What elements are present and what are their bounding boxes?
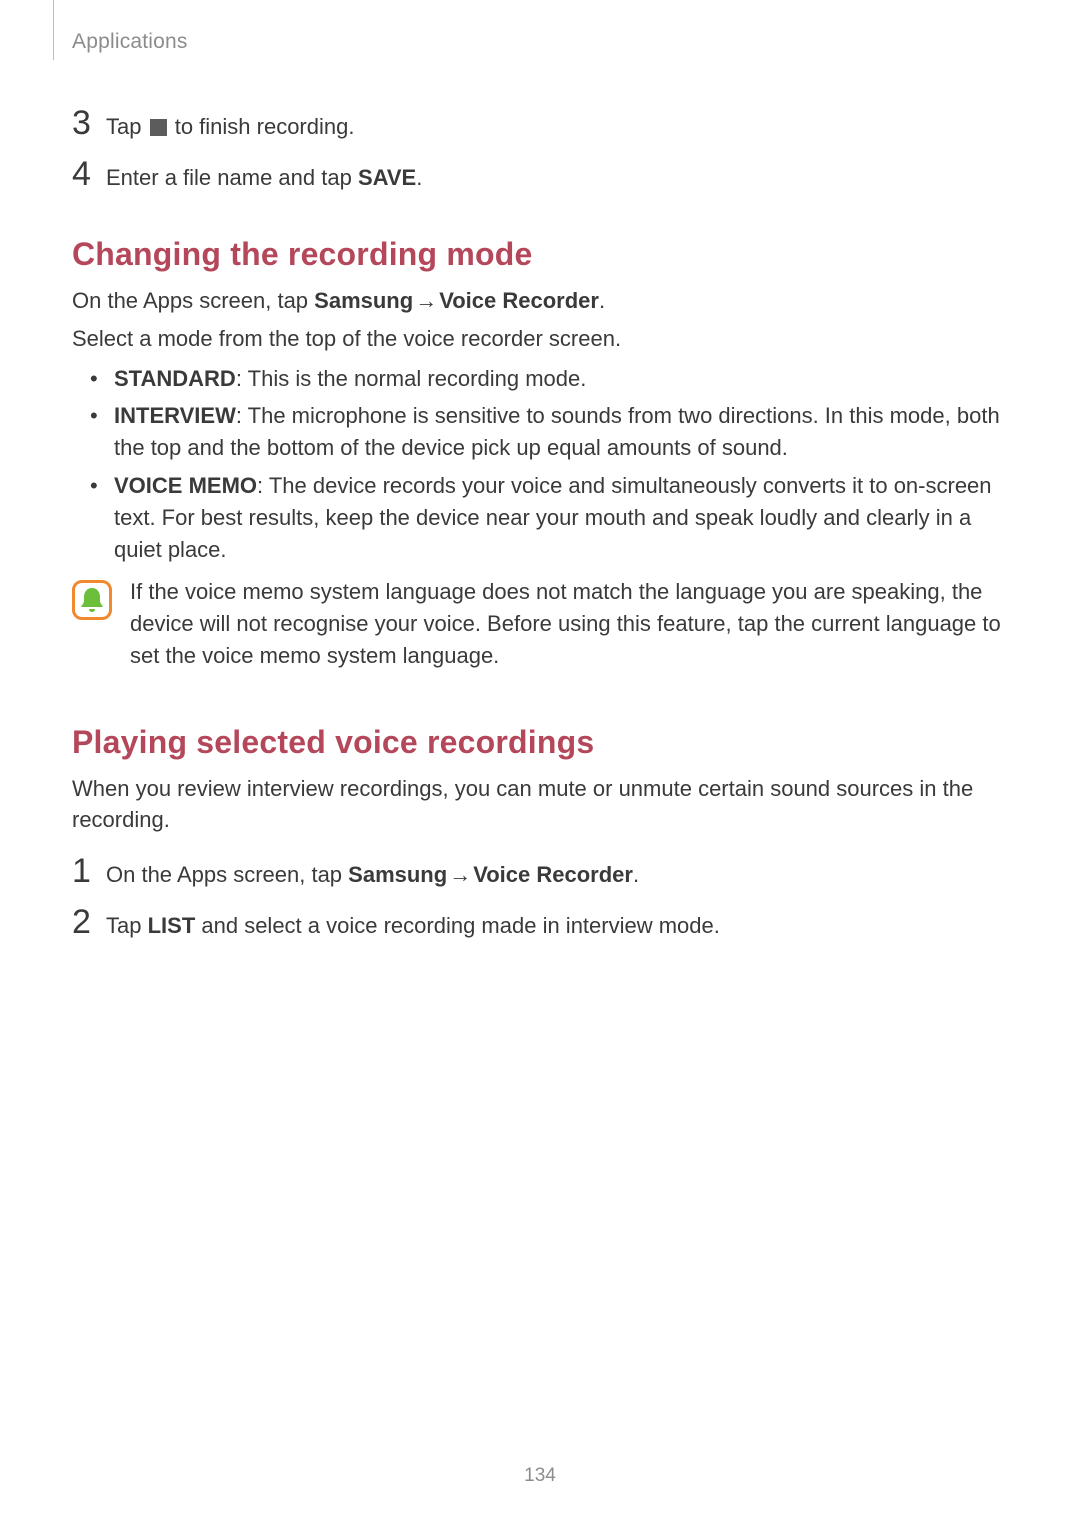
- page: Applications 3 Tap to finish recording. …: [0, 0, 1080, 1527]
- step-3: 3 Tap to finish recording.: [72, 106, 1008, 143]
- arrow-icon: →: [415, 285, 437, 317]
- step-number: 2: [72, 905, 106, 939]
- arrow-icon: →: [449, 859, 471, 891]
- bold-text: STANDARD: [114, 366, 236, 391]
- bold-text: Samsung: [348, 862, 447, 887]
- list-item: INTERVIEW: The microphone is sensitive t…: [114, 400, 1008, 464]
- bold-text: Voice Recorder: [473, 862, 633, 887]
- step-number: 4: [72, 157, 106, 191]
- bell-icon: [72, 580, 112, 620]
- step-body: On the Apps screen, tap Samsung→Voice Re…: [106, 859, 1008, 891]
- bold-text: VOICE MEMO: [114, 473, 257, 498]
- paragraph: Select a mode from the top of the voice …: [72, 323, 1008, 355]
- heading-playing: Playing selected voice recordings: [72, 724, 1008, 761]
- paragraph: When you review interview recordings, yo…: [72, 773, 1008, 837]
- header-rule: [53, 0, 54, 60]
- section-header: Applications: [72, 30, 188, 54]
- step-body: Tap to finish recording.: [106, 111, 1008, 143]
- list-item: STANDARD: This is the normal recording m…: [114, 363, 1008, 395]
- step-2: 2 Tap LIST and select a voice recording …: [72, 905, 1008, 942]
- heading-changing-mode: Changing the recording mode: [72, 236, 1008, 273]
- bold-text: INTERVIEW: [114, 403, 236, 428]
- stop-icon: [150, 119, 167, 136]
- step-number: 1: [72, 854, 106, 888]
- step-body: Enter a file name and tap SAVE.: [106, 162, 1008, 194]
- note: If the voice memo system language does n…: [72, 576, 1008, 672]
- bold-text: Samsung: [314, 288, 413, 313]
- bold-text: Voice Recorder: [439, 288, 599, 313]
- step-body: Tap LIST and select a voice recording ma…: [106, 910, 1008, 942]
- step-4: 4 Enter a file name and tap SAVE.: [72, 157, 1008, 194]
- bold-text: SAVE: [358, 165, 416, 190]
- note-body: If the voice memo system language does n…: [130, 576, 1008, 672]
- step-number: 3: [72, 106, 106, 140]
- page-number: 134: [0, 1465, 1080, 1487]
- list-item: VOICE MEMO: The device records your voic…: [114, 470, 1008, 566]
- bold-text: LIST: [148, 913, 196, 938]
- content: 3 Tap to finish recording. 4 Enter a fil…: [72, 92, 1008, 946]
- mode-list: STANDARD: This is the normal recording m…: [72, 363, 1008, 566]
- paragraph: On the Apps screen, tap Samsung→Voice Re…: [72, 285, 1008, 317]
- step-1: 1 On the Apps screen, tap Samsung→Voice …: [72, 854, 1008, 891]
